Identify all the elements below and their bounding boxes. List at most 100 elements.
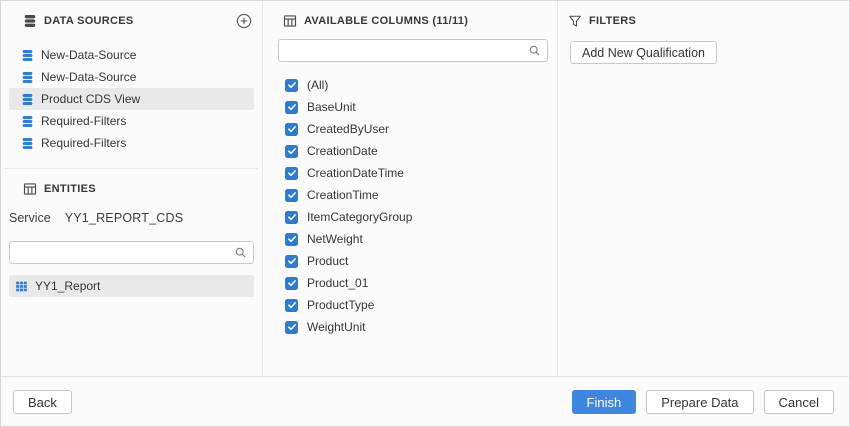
check-icon bbox=[287, 234, 297, 244]
wizard-footer: Back Finish Prepare Data Cancel bbox=[1, 377, 849, 427]
back-button[interactable]: Back bbox=[13, 390, 72, 414]
database-icon bbox=[21, 49, 34, 62]
data-sources-title: DATA SOURCES bbox=[44, 15, 134, 27]
database-icon bbox=[23, 14, 37, 28]
service-label: Service bbox=[9, 211, 51, 225]
available-columns-title: AVAILABLE COLUMNS (11/11) bbox=[304, 15, 468, 27]
available-columns-header: AVAILABLE COLUMNS (11/11) bbox=[283, 13, 547, 29]
columns-search bbox=[278, 39, 548, 62]
checkbox[interactable] bbox=[285, 145, 298, 158]
check-icon bbox=[287, 102, 297, 112]
column-row: ItemCategoryGroup bbox=[263, 206, 557, 228]
column-label: Product_01 bbox=[307, 276, 368, 290]
section-divider bbox=[5, 168, 258, 169]
data-source-label: New-Data-Source bbox=[41, 48, 136, 62]
column-label: (All) bbox=[307, 78, 328, 92]
checkbox[interactable] bbox=[285, 211, 298, 224]
prepare-data-button[interactable]: Prepare Data bbox=[646, 390, 753, 414]
check-icon bbox=[287, 168, 297, 178]
column-row: (All) bbox=[263, 74, 557, 96]
data-source-list: New-Data-Source New-Data-Source Product … bbox=[1, 44, 262, 154]
filters-title: FILTERS bbox=[589, 15, 636, 27]
data-source-item[interactable]: Required-Filters bbox=[9, 132, 254, 154]
column-row: ProductType bbox=[263, 294, 557, 316]
data-source-item[interactable]: New-Data-Source bbox=[9, 44, 254, 66]
entity-item[interactable]: YY1_Report bbox=[9, 275, 254, 297]
wizard-panels: DATA SOURCES New-Data-Source New-Data-So… bbox=[1, 1, 849, 377]
checkbox[interactable] bbox=[285, 79, 298, 92]
available-columns-panel: AVAILABLE COLUMNS (11/11) (All) BaseUnit… bbox=[263, 1, 558, 376]
column-label: CreatedByUser bbox=[307, 122, 389, 136]
column-label: WeightUnit bbox=[307, 320, 365, 334]
check-icon bbox=[287, 278, 297, 288]
checkbox[interactable] bbox=[285, 321, 298, 334]
column-label: ProductType bbox=[307, 298, 374, 312]
check-icon bbox=[287, 322, 297, 332]
check-icon bbox=[287, 80, 297, 90]
columns-search-input[interactable] bbox=[278, 39, 548, 62]
column-label: CreationTime bbox=[307, 188, 379, 202]
table-icon bbox=[283, 14, 297, 28]
column-row: Product bbox=[263, 250, 557, 272]
column-row: CreationDate bbox=[263, 140, 557, 162]
entities-search bbox=[9, 241, 254, 264]
checkbox[interactable] bbox=[285, 167, 298, 180]
entities-title: ENTITIES bbox=[44, 183, 96, 195]
check-icon bbox=[287, 146, 297, 156]
checkbox[interactable] bbox=[285, 299, 298, 312]
data-source-item[interactable]: Required-Filters bbox=[9, 110, 254, 132]
entities-search-input[interactable] bbox=[9, 241, 254, 264]
checkbox[interactable] bbox=[285, 255, 298, 268]
database-icon bbox=[21, 115, 34, 128]
entity-label: YY1_Report bbox=[35, 279, 100, 293]
column-row: NetWeight bbox=[263, 228, 557, 250]
checkbox[interactable] bbox=[285, 277, 298, 290]
column-label: Product bbox=[307, 254, 348, 268]
checkbox[interactable] bbox=[285, 101, 298, 114]
data-source-label: Required-Filters bbox=[41, 114, 126, 128]
cancel-button[interactable]: Cancel bbox=[764, 390, 834, 414]
checkbox[interactable] bbox=[285, 233, 298, 246]
column-row: CreationDateTime bbox=[263, 162, 557, 184]
finish-button[interactable]: Finish bbox=[572, 390, 637, 414]
plus-circle-icon bbox=[236, 13, 252, 29]
grid-table-icon bbox=[15, 280, 28, 293]
column-row: CreationTime bbox=[263, 184, 557, 206]
data-source-item[interactable]: Product CDS View bbox=[9, 88, 254, 110]
column-row: BaseUnit bbox=[263, 96, 557, 118]
data-sources-panel: DATA SOURCES New-Data-Source New-Data-So… bbox=[1, 1, 263, 376]
column-label: NetWeight bbox=[307, 232, 363, 246]
column-row: Product_01 bbox=[263, 272, 557, 294]
table-icon bbox=[23, 182, 37, 196]
service-name: YY1_REPORT_CDS bbox=[65, 211, 184, 225]
column-label: CreationDate bbox=[307, 144, 378, 158]
database-icon bbox=[21, 137, 34, 150]
check-icon bbox=[287, 124, 297, 134]
database-icon bbox=[21, 93, 34, 106]
filter-funnel-icon bbox=[568, 14, 582, 28]
column-row: CreatedByUser bbox=[263, 118, 557, 140]
add-data-source-button[interactable] bbox=[236, 13, 252, 29]
column-row: WeightUnit bbox=[263, 316, 557, 338]
column-label: BaseUnit bbox=[307, 100, 356, 114]
data-source-wizard: DATA SOURCES New-Data-Source New-Data-So… bbox=[0, 0, 850, 427]
data-source-item[interactable]: New-Data-Source bbox=[9, 66, 254, 88]
filters-panel: FILTERS Add New Qualification bbox=[558, 1, 849, 376]
column-label: CreationDateTime bbox=[307, 166, 404, 180]
data-source-label: New-Data-Source bbox=[41, 70, 136, 84]
data-source-label: Product CDS View bbox=[41, 92, 140, 106]
check-icon bbox=[287, 190, 297, 200]
service-row: Service YY1_REPORT_CDS bbox=[9, 211, 254, 225]
check-icon bbox=[287, 300, 297, 310]
checkbox[interactable] bbox=[285, 123, 298, 136]
checkbox[interactable] bbox=[285, 189, 298, 202]
check-icon bbox=[287, 212, 297, 222]
filters-header: FILTERS bbox=[568, 13, 839, 29]
add-new-qualification-button[interactable]: Add New Qualification bbox=[570, 41, 717, 64]
data-source-label: Required-Filters bbox=[41, 136, 126, 150]
database-icon bbox=[21, 71, 34, 84]
column-label: ItemCategoryGroup bbox=[307, 210, 412, 224]
entities-header: ENTITIES bbox=[23, 181, 252, 197]
check-icon bbox=[287, 256, 297, 266]
column-list: (All) BaseUnit CreatedByUser CreationDat… bbox=[263, 74, 557, 338]
